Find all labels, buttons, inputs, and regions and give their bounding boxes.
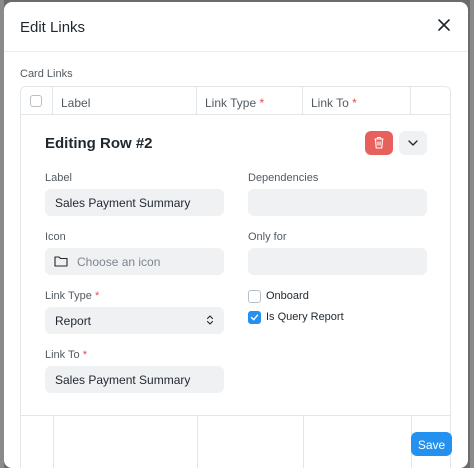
is-query-report-checkbox[interactable] xyxy=(248,311,261,324)
folder-icon xyxy=(54,256,68,267)
close-icon[interactable] xyxy=(436,17,452,33)
dependencies-field-label: Dependencies xyxy=(248,172,319,184)
chevron-down-icon xyxy=(408,140,418,146)
label-input[interactable]: Sales Payment Summary xyxy=(45,189,224,216)
onboard-label: Onboard xyxy=(266,290,309,302)
only-for-input[interactable] xyxy=(248,248,427,275)
column-header-label: Label xyxy=(53,87,197,115)
collapse-row-button[interactable] xyxy=(399,131,427,155)
link-to-field-label: Link To * xyxy=(45,349,87,361)
card-links-label: Card Links xyxy=(20,68,73,80)
link-to-input[interactable]: Sales Payment Summary xyxy=(45,366,224,393)
link-type-select[interactable]: Report xyxy=(45,307,224,334)
column-divider xyxy=(197,415,198,468)
delete-row-button[interactable] xyxy=(365,131,393,155)
onboard-checkbox[interactable] xyxy=(248,290,261,303)
required-mark: * xyxy=(259,96,265,110)
select-arrows-icon xyxy=(206,315,214,325)
link-type-value: Report xyxy=(55,314,92,328)
save-button[interactable]: Save xyxy=(411,432,452,456)
column-header-link-type: Link Type * xyxy=(197,87,303,115)
column-divider xyxy=(303,415,304,468)
dialog-header: Edit Links xyxy=(4,2,468,52)
column-header-actions xyxy=(411,87,450,115)
next-row-divider xyxy=(21,415,450,416)
edit-links-dialog: Edit Links Card Links Label Link Type * … xyxy=(4,2,468,468)
card-links-table: Label Link Type * Link To * Editing Row … xyxy=(20,86,451,468)
backdrop-right xyxy=(470,0,474,468)
table-header: Label Link Type * Link To * xyxy=(21,87,450,115)
column-header-link-to: Link To * xyxy=(303,87,411,115)
select-all-checkbox[interactable] xyxy=(30,95,42,107)
is-query-report-label: Is Query Report xyxy=(266,311,344,323)
dialog-title: Edit Links xyxy=(20,19,86,36)
icon-field-label: Icon xyxy=(45,231,66,243)
checkmark-icon xyxy=(250,314,259,321)
label-field-label: Label xyxy=(45,172,72,184)
link-type-field-label: Link Type * xyxy=(45,290,100,302)
required-mark: * xyxy=(352,96,357,110)
select-all-cell xyxy=(21,87,53,115)
dependencies-input[interactable] xyxy=(248,189,427,216)
only-for-field-label: Only for xyxy=(248,231,287,243)
column-divider xyxy=(53,415,54,468)
icon-placeholder: Choose an icon xyxy=(77,255,161,269)
row-edit-panel: Editing Row #2 Label Sales Payment Summa… xyxy=(21,115,450,411)
trash-icon xyxy=(374,136,384,149)
icon-picker-input[interactable]: Choose an icon xyxy=(45,248,224,275)
editing-row-title: Editing Row #2 xyxy=(45,135,153,152)
